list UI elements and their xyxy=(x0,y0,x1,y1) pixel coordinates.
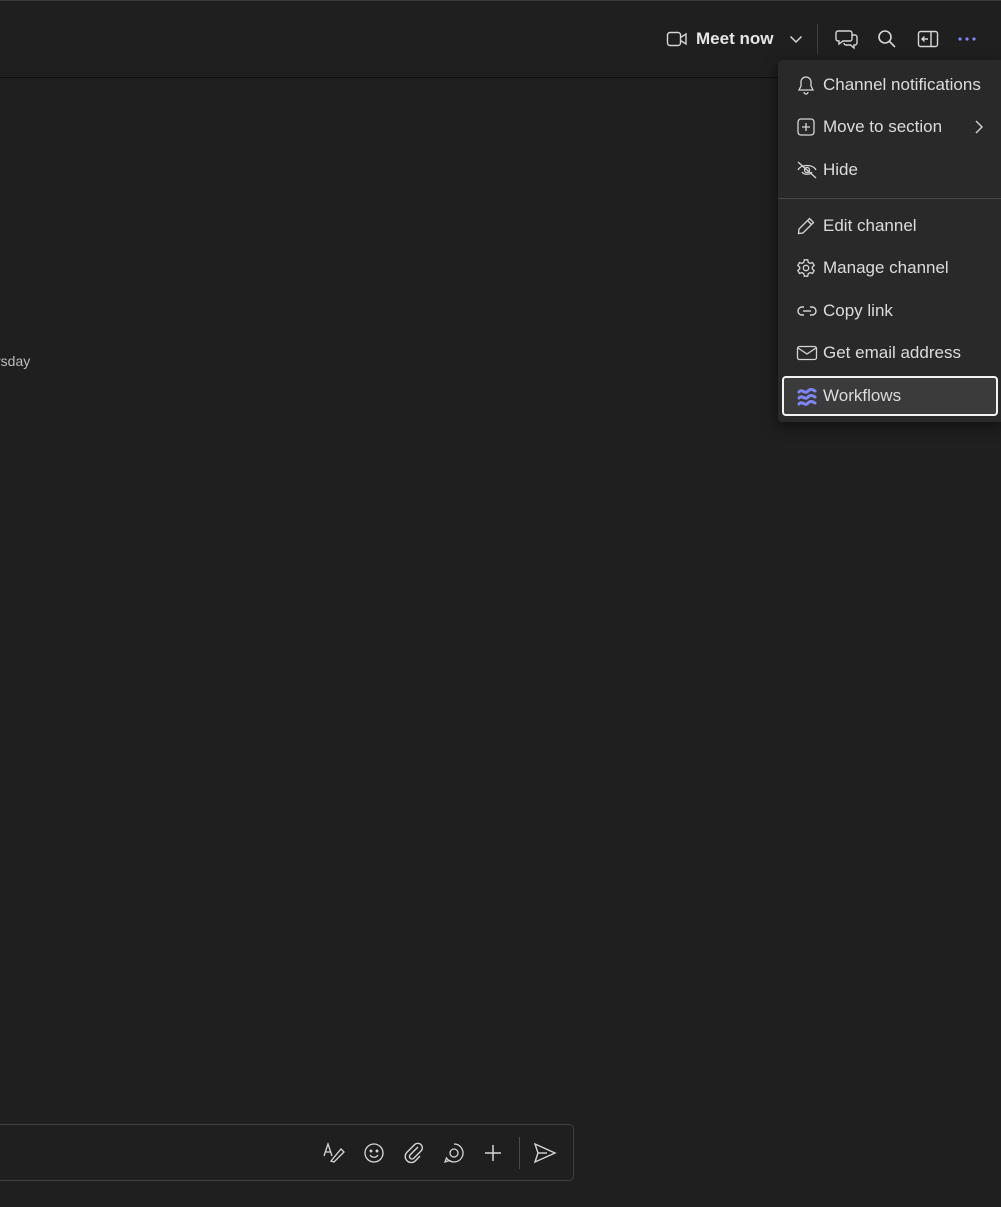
menu-item-move-to-section[interactable]: Move to section xyxy=(782,107,998,147)
meet-now-button[interactable]: Meet now xyxy=(658,22,811,56)
ellipsis-icon xyxy=(957,36,977,42)
more-actions-button[interactable] xyxy=(480,1140,506,1166)
meet-now-label: Meet now xyxy=(696,29,774,48)
format-button[interactable] xyxy=(321,1140,347,1166)
compose-divider xyxy=(519,1137,520,1169)
panel-left-icon xyxy=(917,30,939,48)
menu-divider xyxy=(778,198,1001,199)
menu-item-edit-channel[interactable]: Edit channel xyxy=(782,206,998,246)
menu-item-manage-channel[interactable]: Manage channel xyxy=(782,248,998,288)
bell-icon xyxy=(796,75,816,95)
search-button[interactable] xyxy=(872,24,902,54)
conversation-button[interactable] xyxy=(832,24,862,54)
loop-component-button[interactable] xyxy=(441,1140,467,1166)
menu-item-label: Move to section xyxy=(823,117,943,136)
header-divider xyxy=(817,24,818,54)
attach-button[interactable] xyxy=(401,1140,427,1166)
chat-bubbles-icon xyxy=(835,28,859,50)
menu-item-get-email-address[interactable]: Get email address xyxy=(782,333,998,373)
plus-icon xyxy=(483,1143,503,1163)
workflows-icon xyxy=(796,386,817,406)
link-icon xyxy=(796,301,817,321)
menu-item-channel-notifications[interactable]: Channel notifications xyxy=(782,65,998,105)
open-panel-button[interactable] xyxy=(913,24,943,54)
menu-item-label: Copy link xyxy=(823,301,893,320)
menu-item-label: Get email address xyxy=(823,343,961,362)
date-separator-label: rsday xyxy=(0,353,31,369)
send-icon xyxy=(533,1142,557,1164)
mail-icon xyxy=(796,343,818,363)
emoji-button[interactable] xyxy=(361,1140,387,1166)
menu-item-label: Workflows xyxy=(823,386,902,405)
chevron-right-icon xyxy=(974,119,984,135)
header-top-border xyxy=(0,0,1001,1)
menu-item-label: Manage channel xyxy=(823,258,949,277)
search-icon xyxy=(877,29,897,49)
emoji-icon xyxy=(363,1142,385,1164)
chevron-down-icon[interactable] xyxy=(789,34,803,44)
more-options-menu: Channel notifications Move to section Hi… xyxy=(778,60,1001,422)
pencil-icon xyxy=(796,216,816,236)
loop-icon xyxy=(443,1142,465,1164)
menu-item-workflows[interactable]: Workflows xyxy=(782,376,998,416)
gear-icon xyxy=(796,258,816,278)
video-camera-icon xyxy=(666,30,688,48)
menu-item-hide[interactable]: Hide xyxy=(782,150,998,190)
menu-item-label: Hide xyxy=(823,160,858,179)
add-square-icon xyxy=(796,117,816,137)
menu-item-copy-link[interactable]: Copy link xyxy=(782,291,998,331)
format-icon xyxy=(322,1142,346,1164)
send-button[interactable] xyxy=(532,1140,558,1166)
more-options-button[interactable] xyxy=(952,24,982,54)
menu-item-label: Channel notifications xyxy=(823,75,981,94)
eye-off-icon xyxy=(796,160,817,180)
app-window: Meet now sday Channel notifications Move… xyxy=(0,0,1001,1207)
menu-item-label: Edit channel xyxy=(823,216,917,235)
attach-icon xyxy=(403,1142,425,1164)
